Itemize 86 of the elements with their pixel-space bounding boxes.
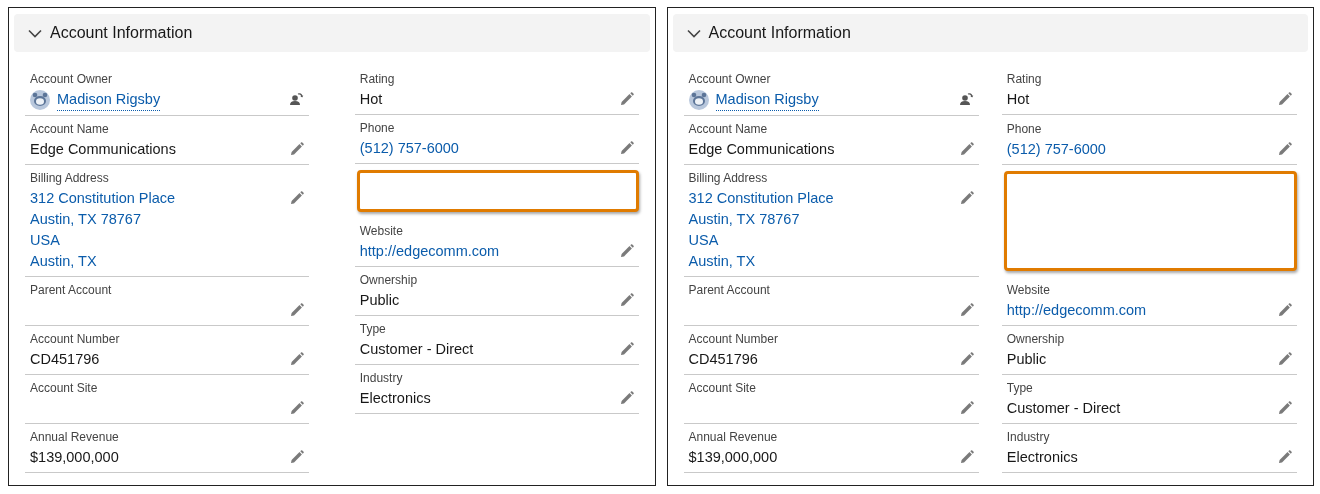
field-value: Electronics	[1006, 448, 1078, 467]
field-value: Edge Communications	[688, 140, 835, 159]
user-link[interactable]: Madison Rigsby	[57, 89, 161, 111]
edit-button[interactable]	[289, 401, 304, 415]
edit-button[interactable]	[959, 450, 974, 464]
field-label: Billing Address	[30, 171, 110, 186]
field-label: Type	[359, 322, 387, 337]
edit-button[interactable]	[619, 244, 634, 258]
user-avatar-icon	[30, 90, 50, 110]
user-avatar-icon	[688, 90, 709, 110]
field-label: Website	[1006, 283, 1051, 298]
edit-button[interactable]	[1278, 303, 1292, 317]
edit-button[interactable]	[289, 191, 304, 205]
field-label: Account Site	[30, 381, 98, 396]
address-link[interactable]: 312 Constitution Place	[30, 188, 176, 209]
field-value: Public	[359, 291, 401, 310]
address-link[interactable]: USA	[30, 230, 176, 251]
user-link[interactable]: Madison Rigsby	[715, 89, 819, 111]
field-label: Account Site	[688, 381, 756, 396]
section-title: Account Information	[50, 24, 193, 42]
edit-button[interactable]	[619, 92, 634, 106]
edit-button[interactable]	[619, 391, 634, 405]
field-link[interactable]: http://edgecomm.com	[359, 241, 500, 262]
edit-button[interactable]	[1278, 450, 1292, 464]
field-value: $139,000,000	[688, 448, 778, 467]
edit-button[interactable]	[619, 141, 634, 155]
field-label: Annual Revenue	[688, 430, 778, 445]
field-label: Annual Revenue	[30, 430, 119, 445]
field-label: Account Name	[688, 122, 769, 137]
field-value: CD451796	[30, 350, 101, 369]
field-label: Account Owner	[688, 72, 772, 87]
edit-button[interactable]	[959, 303, 974, 317]
edit-button[interactable]	[959, 352, 974, 366]
field-value: $139,000,000	[30, 448, 119, 467]
edit-button[interactable]	[1278, 92, 1292, 106]
edit-button[interactable]	[1278, 142, 1292, 156]
field-label: Industry	[1006, 430, 1051, 445]
field-label: Parent Account	[30, 283, 112, 298]
address-link[interactable]: Austin, TX	[30, 251, 176, 272]
field-label: Account Owner	[30, 72, 114, 87]
field-value: Edge Communications	[30, 140, 176, 159]
field-label: Rating	[1006, 72, 1042, 87]
field-label: Rating	[359, 72, 395, 87]
edit-button[interactable]	[619, 342, 634, 356]
field-link[interactable]: (512) 757-6000	[1006, 139, 1106, 160]
field-label: Billing Address	[688, 171, 769, 186]
edit-button[interactable]	[959, 191, 974, 205]
change-owner-button[interactable]	[288, 92, 304, 106]
field-label: Parent Account	[688, 283, 770, 298]
edit-button[interactable]	[1278, 352, 1292, 366]
field-link[interactable]: http://edgecomm.com	[1006, 300, 1147, 321]
field-label: Ownership	[1006, 332, 1065, 347]
address-link[interactable]: Austin, TX	[688, 251, 834, 272]
field-label: Type	[1006, 381, 1034, 396]
edit-button[interactable]	[619, 293, 634, 307]
edit-button[interactable]	[289, 450, 304, 464]
edit-button[interactable]	[1278, 401, 1292, 415]
field-value: Hot	[1006, 90, 1031, 109]
address-link[interactable]: 312 Constitution Place	[688, 188, 834, 209]
address-link[interactable]: Austin, TX 78767	[688, 209, 834, 230]
field-label: Phone	[1006, 122, 1043, 137]
field-value: Electronics	[359, 389, 431, 408]
edit-button[interactable]	[289, 303, 304, 317]
field-value: CD451796	[688, 350, 759, 369]
field-value: Customer - Direct	[1006, 399, 1121, 418]
field-label: Account Number	[30, 332, 120, 347]
field-label: Ownership	[359, 273, 418, 288]
address-link[interactable]: Austin, TX 78767	[30, 209, 176, 230]
section-title: Account Information	[708, 24, 851, 42]
field-label: Website	[359, 224, 404, 239]
field-label: Account Number	[688, 332, 778, 347]
chevron-down-icon[interactable]	[686, 28, 701, 38]
edit-button[interactable]	[289, 352, 304, 366]
field-value: Hot	[359, 90, 384, 109]
field-label: Account Name	[30, 122, 110, 137]
field-value: Customer - Direct	[359, 340, 474, 359]
field-link[interactable]: (512) 757-6000	[359, 138, 459, 159]
field-label: Phone	[359, 121, 396, 136]
edit-button[interactable]	[959, 142, 974, 156]
address-link[interactable]: USA	[688, 230, 834, 251]
field-label: Industry	[359, 371, 404, 386]
change-owner-button[interactable]	[958, 92, 974, 106]
edit-button[interactable]	[959, 401, 974, 415]
chevron-down-icon[interactable]	[28, 28, 42, 38]
edit-button[interactable]	[289, 142, 304, 156]
field-value: Public	[1006, 350, 1048, 369]
